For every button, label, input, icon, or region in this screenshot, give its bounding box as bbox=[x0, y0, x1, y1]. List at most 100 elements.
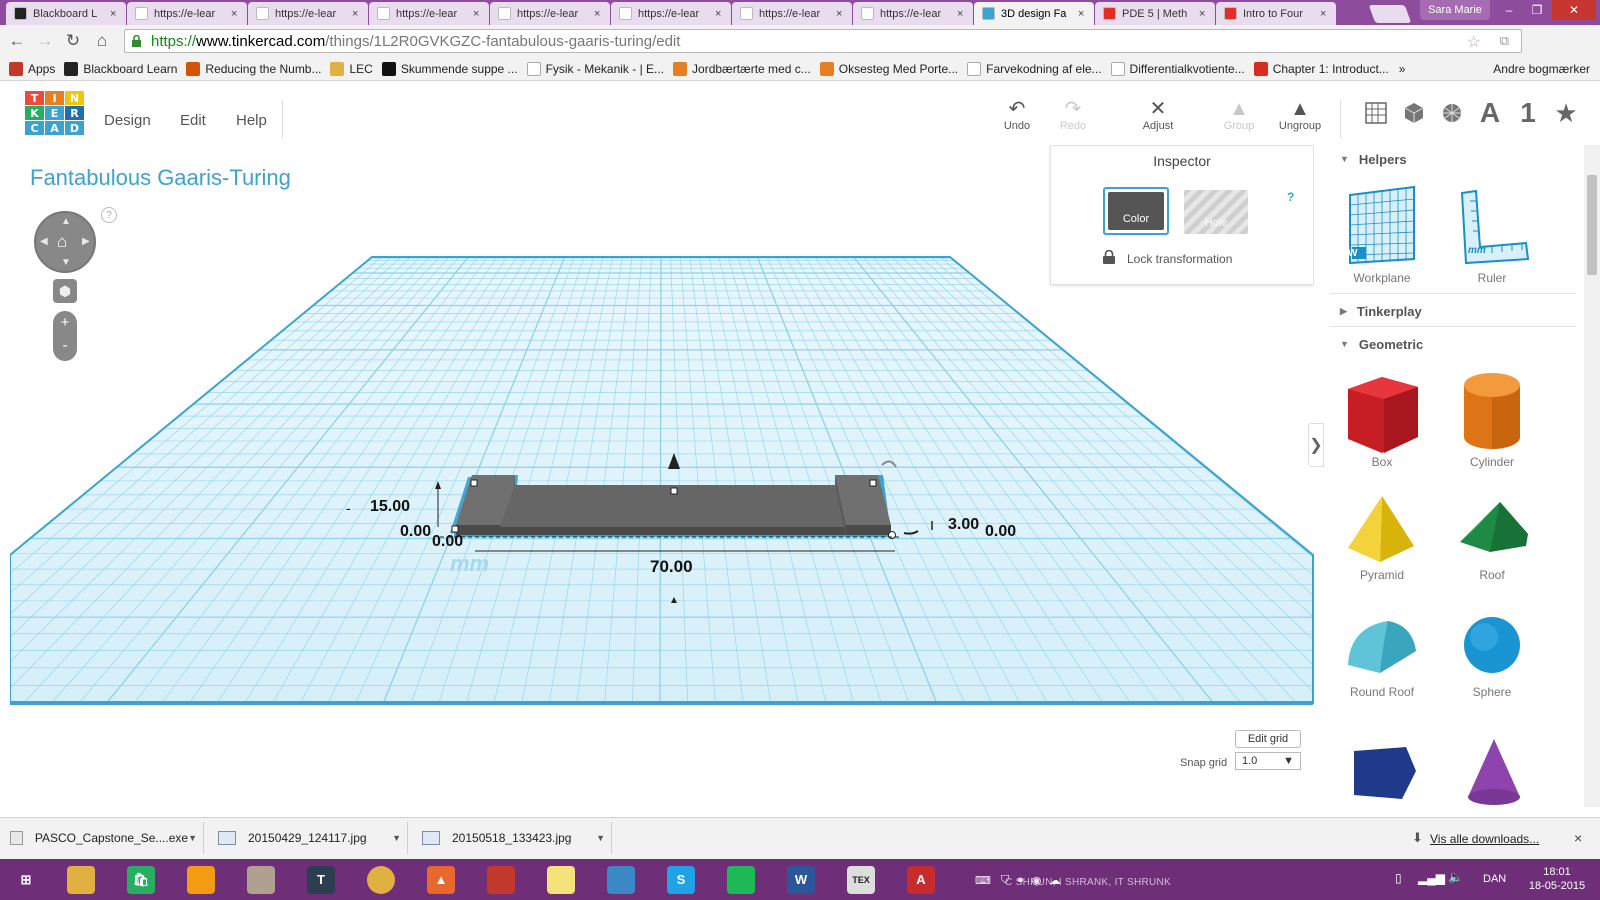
chevron-down-icon[interactable]: ▼ bbox=[596, 833, 605, 843]
section-tinkerplay[interactable]: ▶ Tinkerplay bbox=[1330, 300, 1576, 322]
right-offset-dimension[interactable]: 0.00 bbox=[985, 523, 1016, 541]
zoom-in-icon[interactable]: + bbox=[53, 314, 77, 331]
color-swatch[interactable]: Color bbox=[1103, 187, 1169, 235]
shape-round-roof[interactable]: Round Roof bbox=[1332, 607, 1432, 699]
maximize-icon[interactable]: ❐ bbox=[1524, 0, 1550, 20]
bookmark-item[interactable]: Chapter 1: Introduct... bbox=[1253, 61, 1389, 76]
close-tab-icon[interactable]: × bbox=[110, 8, 120, 20]
volume-icon[interactable]: 🔈 bbox=[1448, 870, 1463, 884]
zoom-out-icon[interactable]: - bbox=[53, 337, 77, 354]
shape-pyramid[interactable]: Pyramid bbox=[1332, 490, 1432, 582]
orbit-up-arrow-icon[interactable]: ▲ bbox=[61, 216, 71, 227]
translate-icon[interactable]: ⧉ bbox=[1500, 33, 1509, 49]
back-arrow-icon[interactable]: ← bbox=[5, 29, 29, 53]
shapes-panel-scrollbar[interactable] bbox=[1584, 145, 1600, 807]
length-dimension[interactable]: 70.00 bbox=[650, 557, 693, 577]
shape-sphere[interactable]: Sphere bbox=[1442, 607, 1542, 699]
shape-box[interactable]: Box bbox=[1332, 367, 1432, 469]
favorites-star-icon[interactable]: ★ bbox=[1550, 97, 1582, 129]
browser-tab[interactable]: https://e-lear × bbox=[369, 2, 489, 25]
bookmark-item[interactable]: LEC bbox=[330, 61, 373, 76]
shape-cone[interactable] bbox=[1442, 735, 1542, 807]
bookmark-item[interactable]: Apps bbox=[9, 61, 55, 76]
chrome-icon[interactable] bbox=[361, 862, 401, 897]
bookmark-item[interactable]: Skummende suppe ... bbox=[381, 61, 518, 76]
bookmark-item[interactable]: Blackboard Learn bbox=[64, 61, 177, 76]
front-offset-dimension[interactable]: 0.00 bbox=[432, 533, 463, 551]
notepad-icon[interactable] bbox=[241, 862, 281, 897]
other-bookmarks-folder[interactable]: Andre bogmærker bbox=[1493, 62, 1590, 76]
inspector-help-icon[interactable]: ? bbox=[1287, 190, 1294, 204]
grid-view-icon[interactable] bbox=[1360, 97, 1392, 129]
input-language[interactable]: DAN bbox=[1483, 873, 1506, 885]
letters-view-icon[interactable]: A bbox=[1474, 97, 1506, 129]
browser-tab[interactable]: https://e-lear × bbox=[611, 2, 731, 25]
battery-icon[interactable]: ▯ bbox=[1395, 871, 1402, 885]
paint-icon[interactable] bbox=[181, 862, 221, 897]
forward-arrow-icon[interactable]: → bbox=[33, 29, 57, 53]
menu-help[interactable]: Help bbox=[236, 112, 267, 129]
height-dimension[interactable]: 15.00 bbox=[370, 498, 410, 516]
start-button[interactable]: ⊞ bbox=[6, 862, 46, 897]
lock-icon[interactable] bbox=[1103, 250, 1115, 264]
spotify-icon[interactable] bbox=[721, 862, 761, 897]
close-tab-icon[interactable]: × bbox=[1320, 8, 1330, 20]
system-clock[interactable]: 18:01 18-05-2015 bbox=[1520, 865, 1594, 893]
group-button[interactable]: ▲ Group bbox=[1214, 98, 1264, 132]
store-icon[interactable]: 🛍 bbox=[121, 862, 161, 897]
new-tab-button[interactable] bbox=[1368, 5, 1412, 23]
edit-grid-button[interactable]: Edit grid bbox=[1235, 730, 1301, 748]
browser-tab[interactable]: 3D design Fa × bbox=[974, 2, 1094, 25]
3d-workspace[interactable]: 15.00 - 0.00 0.00 70.00 3.00 0.00 mm Fan… bbox=[10, 145, 1314, 807]
close-tab-icon[interactable]: × bbox=[715, 8, 725, 20]
close-tab-icon[interactable]: × bbox=[352, 8, 362, 20]
view-orbit-control[interactable]: ▲ ▼ ◀ ▶ ⌂ bbox=[34, 211, 96, 273]
bookmark-item[interactable]: Reducing the Numb... bbox=[186, 61, 321, 76]
network-signal-icon[interactable]: ▂▄▆ bbox=[1418, 871, 1445, 885]
show-all-downloads-link[interactable]: Vis alle downloads... bbox=[1430, 832, 1539, 846]
menu-edit[interactable]: Edit bbox=[180, 112, 206, 129]
close-tab-icon[interactable]: × bbox=[957, 8, 967, 20]
width-dimension[interactable]: 3.00 bbox=[948, 516, 979, 534]
settings-icon[interactable] bbox=[601, 862, 641, 897]
download-item[interactable]: 20150429_124117.jpg ▼ bbox=[208, 822, 408, 854]
adjust-button[interactable]: ✕ Adjust bbox=[1133, 98, 1183, 132]
menu-design[interactable]: Design bbox=[104, 112, 151, 129]
bookmark-item[interactable]: Oksesteg Med Porte... bbox=[819, 61, 958, 76]
keyboard-icon[interactable]: ⌨ bbox=[975, 874, 991, 887]
bookmark-item[interactable]: Jordbærtærte med c... bbox=[673, 61, 811, 76]
close-tab-icon[interactable]: × bbox=[594, 8, 604, 20]
close-tab-icon[interactable]: × bbox=[231, 8, 241, 20]
close-tab-icon[interactable]: × bbox=[473, 8, 483, 20]
home-view-icon[interactable]: ⌂ bbox=[57, 232, 67, 252]
orbit-down-arrow-icon[interactable]: ▼ bbox=[61, 257, 71, 268]
section-geometric[interactable]: ▼ Geometric bbox=[1330, 333, 1576, 355]
texmaker-icon[interactable]: T bbox=[301, 862, 341, 897]
browser-tab[interactable]: https://e-lear × bbox=[127, 2, 247, 25]
chevron-down-icon[interactable]: ▼ bbox=[392, 833, 401, 843]
scrollbar-thumb[interactable] bbox=[1587, 175, 1597, 275]
browser-tab[interactable]: https://e-lear × bbox=[248, 2, 368, 25]
view-help-icon[interactable]: ? bbox=[101, 207, 117, 223]
view-cube-icon[interactable]: ⬢ bbox=[53, 279, 77, 303]
skype-icon[interactable]: S bbox=[661, 862, 701, 897]
lock-transformation-label[interactable]: Lock transformation bbox=[1127, 252, 1232, 266]
profile-button[interactable]: Sara Marie bbox=[1420, 0, 1490, 20]
tex-icon[interactable]: TEX bbox=[841, 862, 881, 897]
wireframe-view-icon[interactable] bbox=[1436, 97, 1468, 129]
redo-button[interactable]: ↷ Redo bbox=[1048, 98, 1098, 132]
shape-ruler[interactable]: mm Ruler bbox=[1442, 185, 1542, 285]
close-tab-icon[interactable]: × bbox=[1078, 8, 1088, 20]
acrobat-icon[interactable]: A bbox=[901, 862, 941, 897]
shape-polygon[interactable] bbox=[1332, 735, 1432, 807]
home-icon[interactable]: ⌂ bbox=[90, 29, 114, 53]
download-item[interactable]: PASCO_Capstone_Se....exe ▼ bbox=[0, 822, 204, 854]
sticky-notes-icon[interactable] bbox=[541, 862, 581, 897]
bookmark-item[interactable]: Fysik - Mekanik - | E... bbox=[526, 61, 664, 76]
orbit-right-arrow-icon[interactable]: ▶ bbox=[82, 236, 90, 247]
design-title[interactable]: Fantabulous Gaaris-Turing bbox=[30, 165, 291, 191]
undo-button[interactable]: ↶ Undo bbox=[992, 98, 1042, 132]
close-tab-icon[interactable]: × bbox=[836, 8, 846, 20]
hole-swatch[interactable]: Hole bbox=[1184, 190, 1248, 234]
close-tab-icon[interactable]: × bbox=[1199, 8, 1209, 20]
